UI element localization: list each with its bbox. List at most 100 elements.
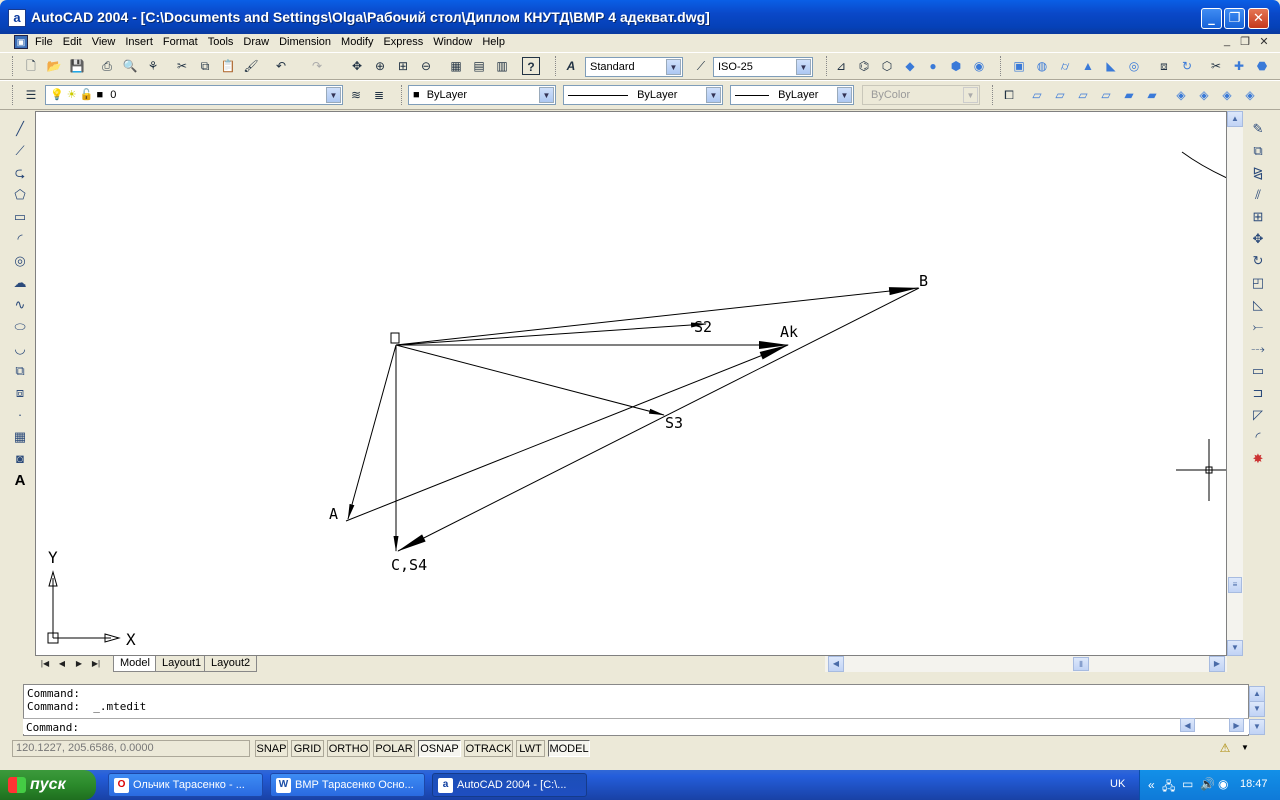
- nw-iso-icon[interactable]: ◈: [1241, 86, 1259, 104]
- arc-icon[interactable]: ◜: [10, 229, 30, 249]
- revision-cloud-icon[interactable]: ☁: [10, 273, 30, 293]
- gouraud-icon[interactable]: ◉: [970, 57, 988, 75]
- top-view-icon[interactable]: ▱: [1028, 86, 1046, 104]
- right-view-icon[interactable]: ▱: [1097, 86, 1115, 104]
- scroll-right-icon[interactable]: ▶: [1209, 656, 1225, 672]
- menu-dimension[interactable]: Dimension: [274, 34, 336, 48]
- vertical-scroll-thumb[interactable]: ≡: [1228, 577, 1242, 593]
- layer-select[interactable]: 💡 ☀ 🔓 ■ 0 ▼: [45, 85, 343, 105]
- bottom-view-icon[interactable]: ▱: [1051, 86, 1069, 104]
- text-style-icon[interactable]: A: [562, 57, 580, 75]
- cone-icon[interactable]: ▲: [1079, 57, 1097, 75]
- color-select[interactable]: ■ ByLayer ▼: [408, 85, 556, 105]
- chevron-down-icon[interactable]: ▼: [326, 87, 341, 103]
- menu-window[interactable]: Window: [428, 34, 477, 48]
- label-s2[interactable]: S2: [694, 318, 712, 336]
- menu-express[interactable]: Express: [378, 34, 428, 48]
- polyline-icon[interactable]: ⮎: [10, 163, 30, 183]
- region-icon[interactable]: ◙: [10, 449, 30, 469]
- line-icon[interactable]: ╱: [10, 119, 30, 139]
- snap-toggle[interactable]: SNAP: [255, 740, 288, 757]
- copy-object-icon[interactable]: ⧉: [1248, 141, 1268, 161]
- comm-center-icon[interactable]: ⚠: [1217, 741, 1233, 756]
- polygon-icon[interactable]: ⬠: [10, 185, 30, 205]
- tab-layout2[interactable]: Layout2: [204, 656, 258, 672]
- wedge-icon[interactable]: ◣: [1102, 57, 1120, 75]
- drawing-svg[interactable]: B S2 Ak S3 A C,S4 Y X: [36, 112, 1227, 656]
- label-ak[interactable]: Ak: [780, 323, 798, 341]
- layer-manager-icon[interactable]: ☰: [22, 86, 40, 104]
- lineweight-select[interactable]: ByLayer ▼: [730, 85, 854, 105]
- tray-expand-icon[interactable]: «: [1148, 778, 1155, 792]
- extrude-icon[interactable]: ⧈: [1155, 57, 1173, 75]
- new-icon[interactable]: 🗋: [22, 57, 40, 75]
- mdi-close-button[interactable]: ✕: [1256, 35, 1272, 49]
- plot-preview-icon[interactable]: 🔍: [121, 57, 139, 75]
- network-icon[interactable]: 🖧: [1162, 777, 1175, 798]
- construction-line-icon[interactable]: ⟋: [10, 141, 30, 161]
- trim-icon[interactable]: ⤚: [1248, 317, 1268, 337]
- ne-iso-icon[interactable]: ◈: [1218, 86, 1236, 104]
- plan-view-icon[interactable]: ⊿: [832, 57, 850, 75]
- vector-pb[interactable]: [395, 287, 919, 346]
- vector-ps3[interactable]: [395, 344, 665, 416]
- label-a[interactable]: A: [329, 505, 338, 523]
- task-word[interactable]: W ВМР Тарасенко Осно...: [270, 773, 425, 797]
- break-icon[interactable]: ▭: [1248, 361, 1268, 381]
- volume-icon[interactable]: 🔊: [1200, 777, 1215, 791]
- extend-icon[interactable]: ⤏: [1248, 339, 1268, 359]
- linetype-select[interactable]: ByLayer ▼: [563, 85, 723, 105]
- design-center-icon[interactable]: ▤: [470, 57, 488, 75]
- sw-iso-icon[interactable]: ◈: [1172, 86, 1190, 104]
- undo-icon[interactable]: ↶: [272, 57, 290, 75]
- menu-view[interactable]: View: [87, 34, 121, 48]
- menu-draw[interactable]: Draw: [238, 34, 274, 48]
- spline-icon[interactable]: ∿: [10, 295, 30, 315]
- torus-icon[interactable]: ◎: [1125, 57, 1143, 75]
- join-icon[interactable]: ⊐: [1248, 383, 1268, 403]
- last-tab-icon[interactable]: ▶|: [89, 657, 103, 671]
- cylinder-icon[interactable]: ⌭: [1056, 57, 1074, 75]
- maximize-button[interactable]: ❐: [1224, 8, 1245, 29]
- toolbar-grip[interactable]: [992, 85, 995, 105]
- front-view-icon[interactable]: ▰: [1120, 86, 1138, 104]
- horizontal-scroll-thumb[interactable]: ⦀: [1073, 657, 1089, 671]
- close-button[interactable]: ✕: [1248, 8, 1269, 29]
- partial-curve[interactable]: [1181, 151, 1227, 179]
- otrack-toggle[interactable]: OTRACK: [464, 740, 513, 757]
- tool-palettes-icon[interactable]: ▥: [493, 57, 511, 75]
- rectangle-icon[interactable]: ▭: [10, 207, 30, 227]
- 3d-orbit-icon[interactable]: ⌬: [855, 57, 873, 75]
- drawing-area[interactable]: B S2 Ak S3 A C,S4 Y X: [35, 111, 1227, 656]
- start-button[interactable]: пуск: [0, 770, 96, 800]
- array-icon[interactable]: ⊞: [1248, 207, 1268, 227]
- se-iso-icon[interactable]: ◈: [1195, 86, 1213, 104]
- toolbar-grip[interactable]: [401, 85, 404, 105]
- prev-tab-icon[interactable]: ◀: [55, 657, 69, 671]
- scroll-left-icon[interactable]: ◀: [828, 656, 844, 672]
- command-scroll-left-icon[interactable]: ◀: [1180, 718, 1195, 732]
- tab-model[interactable]: Model: [113, 656, 157, 672]
- command-scroll-down-icon[interactable]: ▼: [1249, 719, 1265, 735]
- left-view-icon[interactable]: ▱: [1074, 86, 1092, 104]
- back-view-icon[interactable]: ▰: [1143, 86, 1161, 104]
- solid-sphere-icon[interactable]: ◍: [1033, 57, 1051, 75]
- menu-help[interactable]: Help: [477, 34, 510, 48]
- chevron-down-icon[interactable]: ▼: [837, 87, 852, 103]
- open-icon[interactable]: 📂: [45, 57, 63, 75]
- union-icon[interactable]: ✚: [1230, 57, 1248, 75]
- help-icon[interactable]: ?: [522, 57, 540, 75]
- multiline-text-icon[interactable]: A: [10, 471, 30, 491]
- ellipse-icon[interactable]: ⬭: [10, 317, 30, 337]
- clock[interactable]: 18:47: [1240, 778, 1268, 790]
- slice-icon[interactable]: ✂: [1207, 57, 1225, 75]
- erase-icon[interactable]: ✎: [1248, 119, 1268, 139]
- scale-icon[interactable]: ◰: [1248, 273, 1268, 293]
- pan-realtime-icon[interactable]: ✥: [348, 57, 366, 75]
- menu-insert[interactable]: Insert: [120, 34, 158, 48]
- command-line-input[interactable]: Command:: [23, 718, 1249, 734]
- display-icon[interactable]: ▭: [1182, 777, 1193, 791]
- menu-edit[interactable]: Edit: [58, 34, 87, 48]
- chevron-down-icon[interactable]: ▼: [796, 59, 811, 75]
- wireframe-icon[interactable]: ⬡: [878, 57, 896, 75]
